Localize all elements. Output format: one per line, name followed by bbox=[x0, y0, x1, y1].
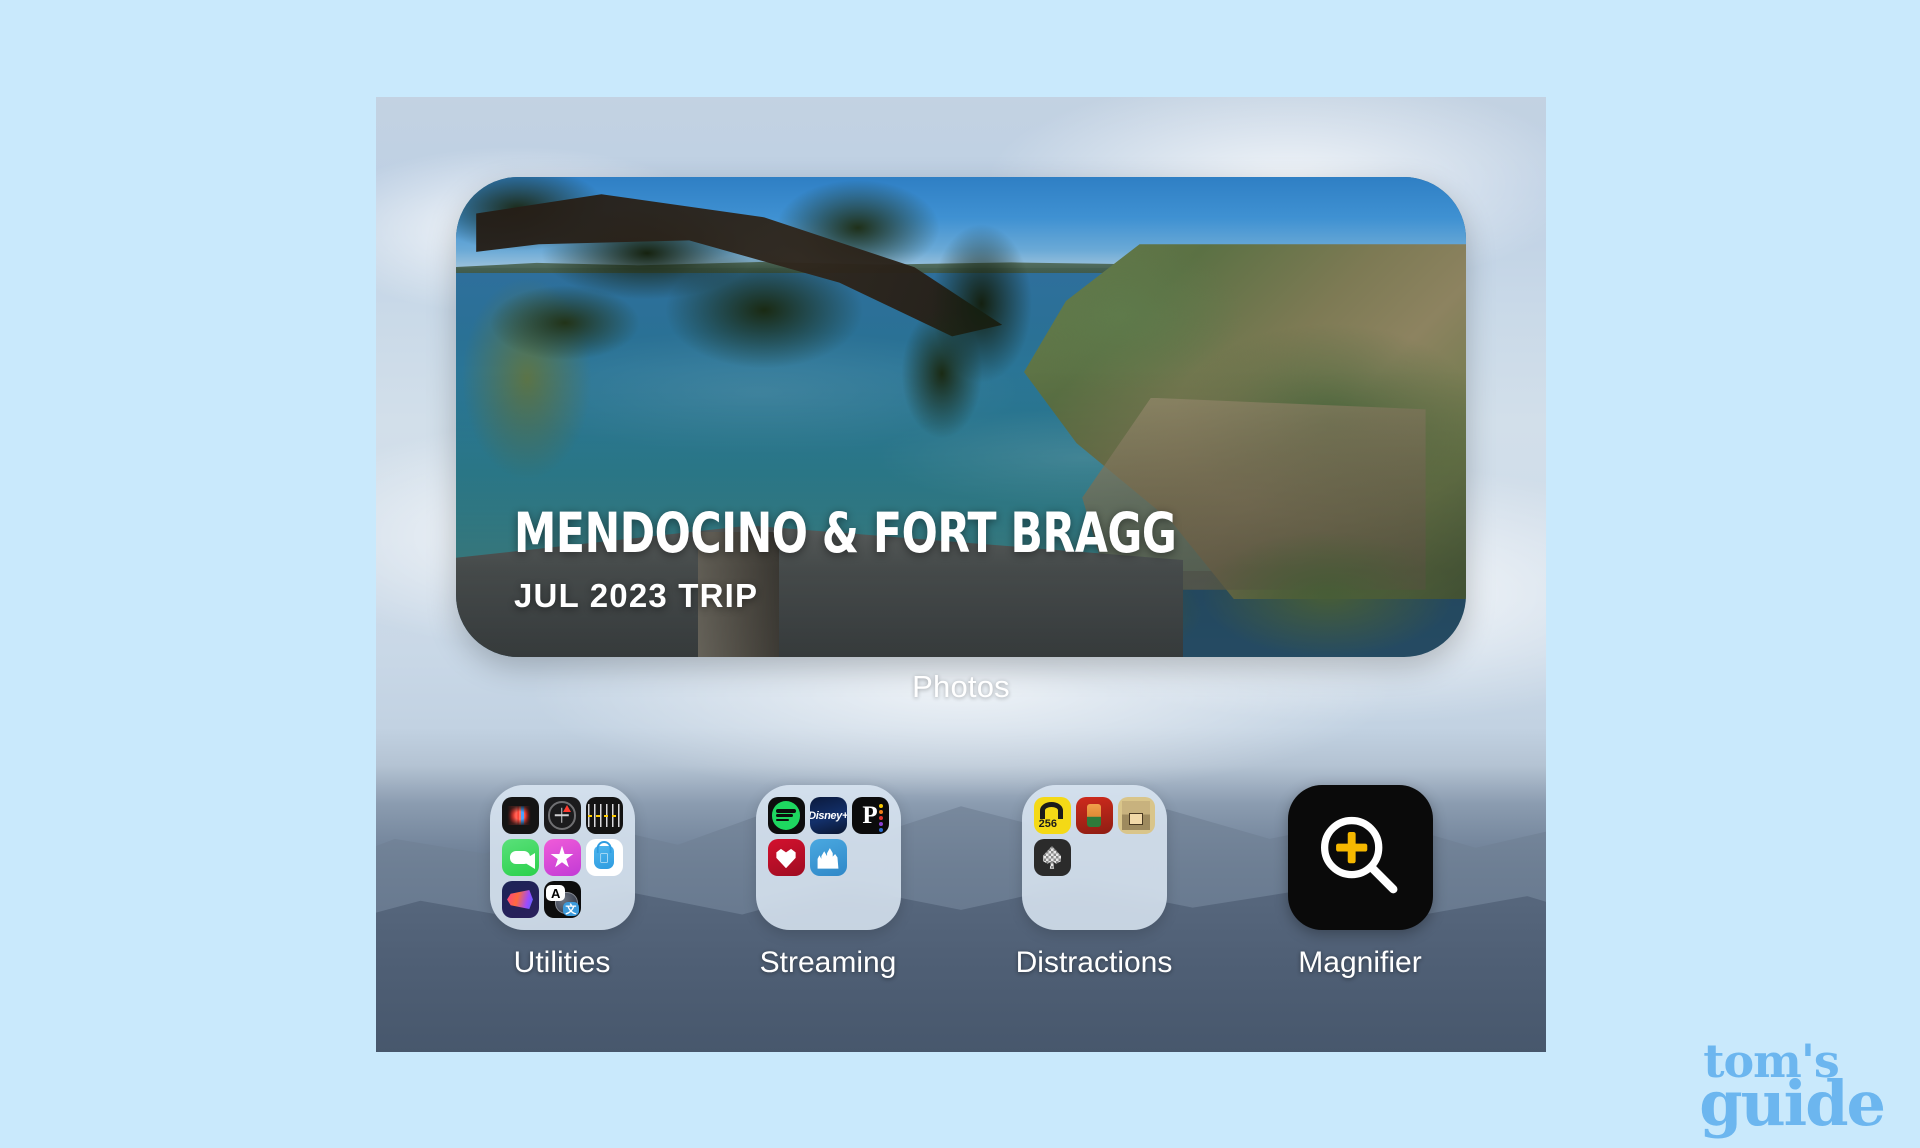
magnifier-app-icon[interactable] bbox=[1287, 785, 1433, 930]
voice-memos-icon[interactable] bbox=[501, 797, 539, 834]
dock-label-utilities: Utilities bbox=[513, 946, 611, 979]
pixel-adventure-icon[interactable] bbox=[1075, 797, 1113, 834]
disney-plus-icon[interactable]: Disney+ bbox=[809, 797, 847, 834]
photos-widget-image[interactable]: MENDOCINO & FORT BRAGG JUL 2023 TRIP bbox=[456, 177, 1466, 657]
folder-icon-distractions[interactable]: 256 bbox=[1021, 785, 1167, 930]
itunes-store-icon[interactable] bbox=[543, 839, 581, 876]
iheartradio-icon[interactable] bbox=[767, 839, 805, 876]
folder-empty-slot bbox=[852, 881, 889, 918]
folder-icon-streaming[interactable]: Disney+ P bbox=[755, 785, 901, 930]
pixel-dungeon-icon[interactable] bbox=[1117, 797, 1155, 834]
dock-item-utilities[interactable]: A文 Utilities bbox=[470, 785, 655, 1015]
folder-empty-slot bbox=[1118, 881, 1155, 918]
photos-widget-subtitle: JUL 2023 TRIP bbox=[514, 577, 759, 614]
folder-empty-slot bbox=[1076, 839, 1113, 876]
dock-item-magnifier[interactable]: Magnifier bbox=[1268, 785, 1453, 1015]
folder-empty-slot bbox=[1076, 881, 1113, 918]
photos-widget[interactable]: MENDOCINO & FORT BRAGG JUL 2023 TRIP Pho… bbox=[456, 177, 1466, 704]
folder-empty-slot bbox=[768, 881, 805, 918]
dock-item-distractions[interactable]: 256 Distractions bbox=[1002, 785, 1187, 1015]
folder-empty-slot bbox=[1034, 881, 1071, 918]
watermark-line-guide: guide bbox=[1699, 1066, 1886, 1140]
facetime-icon[interactable] bbox=[501, 839, 539, 876]
photos-widget-title: MENDOCINO & FORT BRAGG bbox=[514, 501, 1177, 565]
toms-guide-watermark: tom's guide bbox=[1699, 1038, 1886, 1140]
iphone-home-screen-screenshot: MENDOCINO & FORT BRAGG JUL 2023 TRIP Pho… bbox=[376, 97, 1546, 1052]
translate-icon[interactable]: A文 bbox=[543, 881, 581, 918]
dock-label-distractions: Distractions bbox=[1015, 946, 1173, 979]
shortcuts-icon[interactable] bbox=[501, 881, 539, 918]
folder-empty-slot bbox=[586, 881, 623, 918]
disneyland-icon[interactable] bbox=[809, 839, 847, 876]
home-screen-dock: A文 Utilities Disney+ P Streaming 256 Dis… bbox=[376, 785, 1546, 1015]
game-256-icon[interactable]: 256 bbox=[1033, 797, 1071, 834]
folder-empty-slot bbox=[852, 839, 889, 876]
magnifier-icon bbox=[1321, 816, 1398, 893]
folder-empty-slot bbox=[1118, 839, 1155, 876]
solitaire-icon[interactable] bbox=[1033, 839, 1071, 876]
compass-icon[interactable] bbox=[543, 797, 581, 834]
photos-widget-label: Photos bbox=[912, 669, 1010, 704]
apple-store-icon[interactable] bbox=[585, 839, 623, 876]
peacock-icon[interactable]: P bbox=[851, 797, 889, 834]
photos-widget-caption: MENDOCINO & FORT BRAGG JUL 2023 TRIP bbox=[514, 506, 1284, 615]
folder-empty-slot bbox=[810, 881, 847, 918]
dock-label-streaming: Streaming bbox=[759, 946, 897, 979]
folder-icon-utilities[interactable]: A文 bbox=[489, 785, 635, 930]
dock-item-streaming[interactable]: Disney+ P Streaming bbox=[736, 785, 921, 1015]
spotify-icon[interactable] bbox=[767, 797, 805, 834]
dock-label-magnifier: Magnifier bbox=[1298, 946, 1422, 979]
measure-icon[interactable] bbox=[585, 797, 623, 834]
